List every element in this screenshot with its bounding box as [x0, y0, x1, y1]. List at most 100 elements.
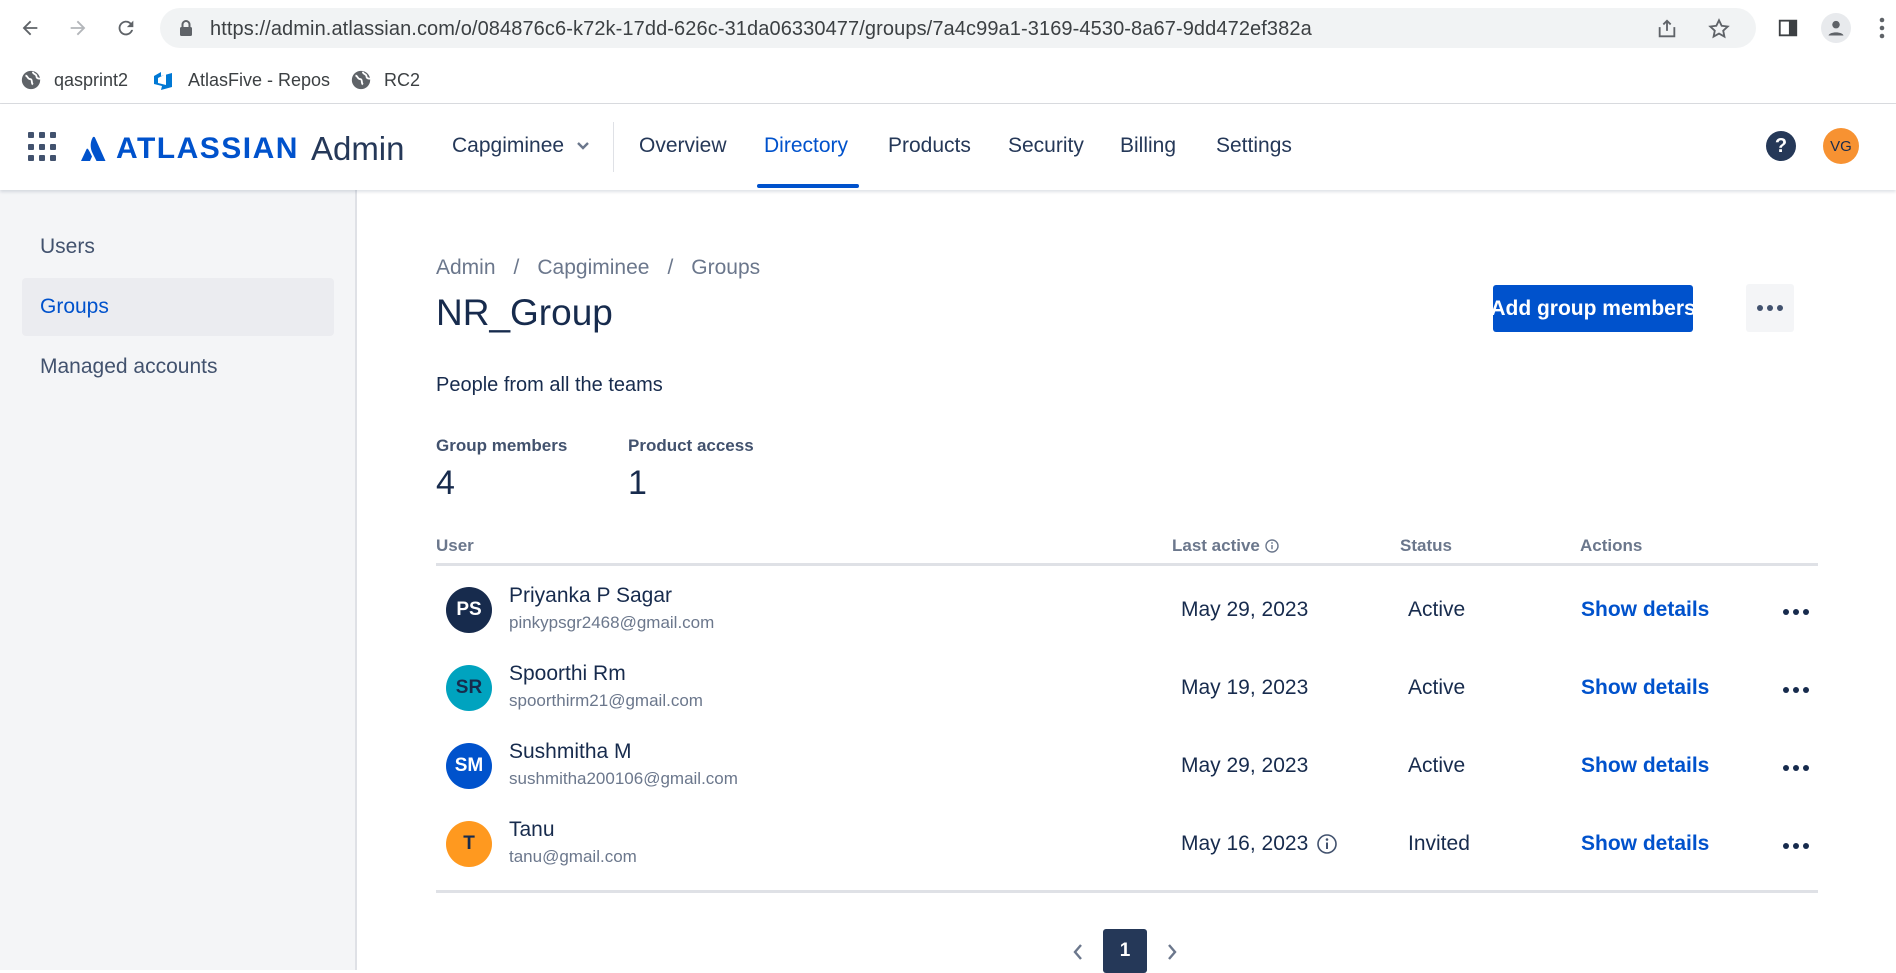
avatar: T: [446, 821, 492, 867]
org-switcher[interactable]: Capgiminee: [452, 134, 590, 158]
stat-label: Group members: [436, 436, 568, 455]
column-header-actions: Actions: [1580, 536, 1643, 555]
address-bar[interactable]: https://admin.atlassian.com/o/084876c6-k…: [160, 8, 1756, 48]
info-icon[interactable]: [1265, 539, 1279, 553]
nav-directory[interactable]: Directory: [764, 134, 848, 158]
nav-settings[interactable]: Settings: [1216, 134, 1292, 158]
breadcrumb-admin[interactable]: Admin: [436, 256, 496, 280]
sidebar: Users Groups Managed accounts: [0, 190, 357, 970]
row-more-button[interactable]: [1776, 600, 1816, 624]
header-divider: [613, 122, 614, 172]
sidebar-item-users[interactable]: Users: [22, 218, 334, 276]
show-details-link[interactable]: Show details: [1581, 676, 1709, 700]
sidebar-item-managed-accounts[interactable]: Managed accounts: [22, 338, 334, 396]
row-more-button[interactable]: [1776, 756, 1816, 780]
bookmark-qasprint2[interactable]: qasprint2: [20, 64, 128, 96]
logo-suffix: Admin: [310, 130, 405, 167]
bookmark-label: qasprint2: [54, 69, 129, 90]
share-icon[interactable]: [1656, 18, 1678, 40]
table-header: User Last active Status Actions: [436, 536, 1818, 566]
star-icon[interactable]: [1708, 18, 1730, 40]
user-name: Tanu: [509, 818, 555, 841]
more-horizontal-icon: [1783, 765, 1809, 771]
info-icon[interactable]: [1316, 833, 1338, 855]
reload-icon: [118, 20, 134, 36]
bookmarks-bar: qasprint2 AtlasFive - Repos RC2: [0, 56, 1896, 104]
nav-overview[interactable]: Overview: [639, 134, 727, 158]
breadcrumb-groups[interactable]: Groups: [691, 256, 760, 280]
bookmark-label: AtlasFive - Repos: [188, 69, 331, 90]
last-active: May 19, 2023: [1181, 676, 1308, 700]
last-active-date: May 16, 2023: [1181, 832, 1309, 855]
nav-billing[interactable]: Billing: [1120, 134, 1176, 158]
avatar: PS: [446, 587, 492, 633]
help-icon[interactable]: ?: [1766, 131, 1796, 161]
profile-icon: [1821, 13, 1851, 43]
table-row: PS Priyanka P Sagar pinkypsgr2468@gmail.…: [436, 572, 1818, 650]
atlassian-logo[interactable]: ATLASSIAN Admin: [80, 130, 405, 168]
user-email: pinkypsgr2468@gmail.com: [509, 613, 715, 632]
globe-icon: [351, 70, 371, 90]
user-name: Sushmitha M: [509, 740, 632, 763]
nav-security[interactable]: Security: [1008, 134, 1084, 158]
user-email: sushmitha200106@gmail.com: [509, 769, 738, 788]
show-details-link[interactable]: Show details: [1581, 598, 1709, 622]
app-switcher-icon[interactable]: [28, 132, 58, 162]
column-header-label: Last active: [1172, 536, 1260, 555]
column-header-status: Status: [1400, 536, 1452, 555]
stat-label: Product access: [628, 436, 754, 455]
add-group-members-button[interactable]: Add group members: [1490, 285, 1696, 332]
user-name: Spoorthi Rm: [509, 662, 626, 685]
last-active-date: May 29, 2023: [1181, 598, 1309, 621]
stat-group-members: Group members 4: [436, 436, 567, 503]
bookmark-rc2[interactable]: RC2: [350, 64, 420, 96]
stat-product-access: Product access 1: [628, 436, 754, 503]
back-button[interactable]: [14, 12, 46, 44]
url-text: https://admin.atlassian.com/o/084876c6-k…: [210, 18, 1312, 40]
show-details-link[interactable]: Show details: [1581, 754, 1709, 778]
user-name: Priyanka P Sagar: [509, 584, 673, 607]
more-vertical-icon: [1879, 17, 1885, 39]
chrome-menu-button[interactable]: [1866, 12, 1896, 44]
last-active: May 29, 2023: [1181, 754, 1308, 778]
row-more-button[interactable]: [1776, 834, 1816, 858]
chevron-right-icon[interactable]: [1165, 943, 1179, 961]
status-text: Active: [1408, 754, 1466, 777]
avatar: SM: [446, 743, 492, 789]
nav-products[interactable]: Products: [888, 134, 971, 158]
user-email: tanu@gmail.com: [509, 847, 637, 866]
row-more-button[interactable]: [1776, 678, 1816, 702]
breadcrumb: Admin / Capgiminee / Groups: [436, 256, 760, 280]
logo-text: ATLASSIAN: [116, 132, 299, 165]
user-email: spoorthirm21@gmail.com: [509, 691, 703, 710]
last-active: May 16, 2023: [1181, 832, 1338, 856]
side-panel-button[interactable]: [1772, 12, 1804, 44]
reload-button[interactable]: [110, 12, 142, 44]
stat-value: 4: [436, 464, 455, 502]
user-avatar[interactable]: VG: [1823, 128, 1859, 164]
more-actions-button[interactable]: [1746, 284, 1794, 332]
chevron-down-icon: [577, 142, 589, 150]
column-header-user: User: [436, 536, 474, 555]
forward-button[interactable]: [62, 12, 94, 44]
arrow-right-icon: [70, 20, 86, 36]
more-horizontal-icon: [1783, 609, 1809, 615]
page-button-current[interactable]: 1: [1103, 929, 1147, 973]
org-name: Capgiminee: [452, 134, 565, 157]
side-panel-icon: [1778, 19, 1798, 37]
app-header: ATLASSIAN Admin Capgiminee Overview Dire…: [0, 104, 1896, 190]
azure-devops-icon: [154, 72, 172, 90]
breadcrumb-org[interactable]: Capgiminee: [537, 256, 649, 280]
profile-button[interactable]: [1820, 12, 1852, 44]
last-active-date: May 19, 2023: [1181, 676, 1309, 699]
sidebar-item-groups[interactable]: Groups: [22, 278, 334, 336]
chevron-left-icon[interactable]: [1071, 943, 1085, 961]
status-text: Active: [1408, 598, 1466, 621]
last-active: May 29, 2023: [1181, 598, 1308, 622]
bookmark-atlasfive-repos[interactable]: AtlasFive - Repos: [152, 64, 330, 96]
bookmark-label: RC2: [384, 69, 421, 90]
avatar: SR: [446, 665, 492, 711]
nav-active-indicator: [757, 184, 859, 188]
status-text: Invited: [1408, 832, 1470, 855]
show-details-link[interactable]: Show details: [1581, 832, 1709, 856]
